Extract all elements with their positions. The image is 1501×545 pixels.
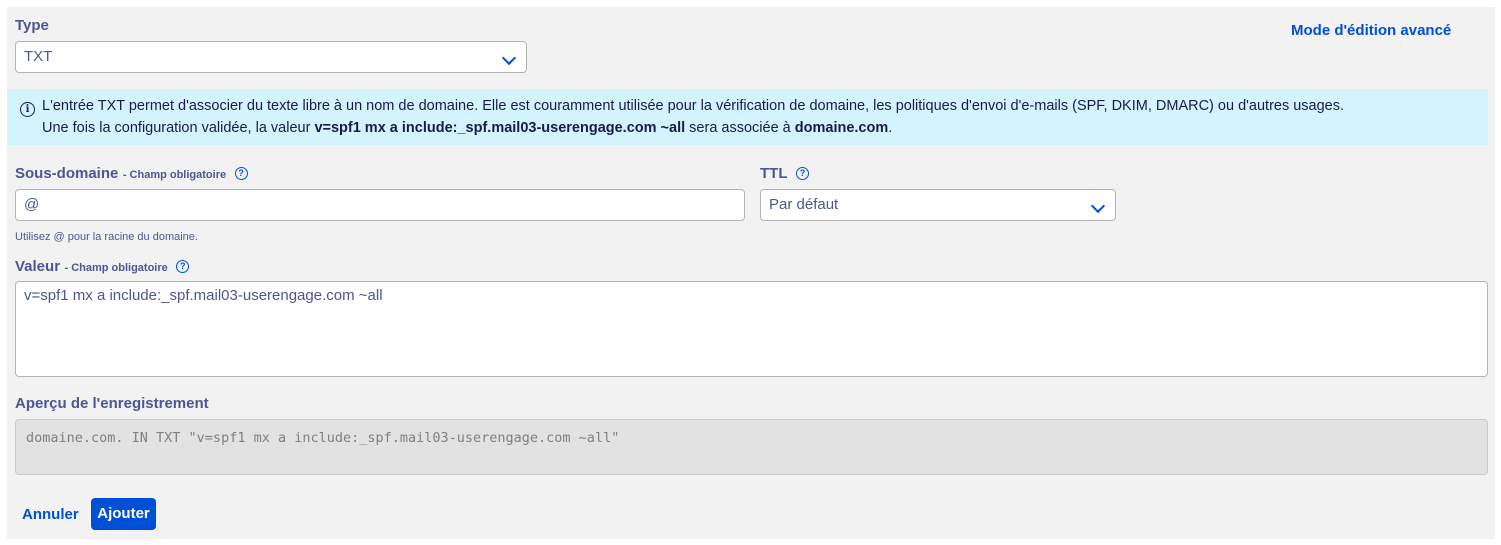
info-line-2-prefix: Une fois la configuration validée, la va… (42, 120, 315, 136)
info-box: i L'entrée TXT permet d'associer du text… (7, 89, 1488, 145)
subdomain-hint: Utilisez @ pour la racine du domaine. (15, 231, 198, 243)
ttl-label: TTL (760, 165, 788, 182)
value-textarea-content: v=spf1 mx a include:_spf.mail03-userenga… (24, 287, 383, 304)
value-label: Valeur (15, 258, 61, 275)
question-circle-icon[interactable]: ? (795, 167, 809, 181)
cancel-button[interactable]: Annuler (22, 506, 79, 523)
info-spf-value: v=spf1 mx a include:_spf.mail03-userenga… (314, 120, 686, 136)
value-textarea[interactable]: v=spf1 mx a include:_spf.mail03-userenga… (15, 281, 1488, 377)
subdomain-label: Sous-domaine (15, 165, 119, 182)
question-circle-icon[interactable]: ? (234, 167, 248, 181)
info-text: L'entrée TXT permet d'associer du texte … (42, 95, 1344, 139)
advanced-mode-link[interactable]: Mode d'édition avancé (1291, 22, 1451, 39)
info-circle-icon: i (20, 102, 35, 117)
subdomain-input-value: @ (24, 196, 40, 213)
question-circle-icon[interactable]: ? (176, 260, 190, 274)
dns-record-form: Type TXT Mode d'édition avancé i L'entré… (7, 7, 1495, 539)
info-line-2-middle: sera associée à (685, 120, 795, 136)
info-line-2: Une fois la configuration validée, la va… (42, 117, 1344, 139)
ttl-select-value: Par défaut (769, 196, 839, 213)
type-select[interactable]: TXT (15, 41, 527, 73)
value-required: - Champ obligatoire (64, 262, 168, 274)
type-select-value: TXT (24, 48, 53, 65)
add-button[interactable]: Ajouter (91, 498, 156, 530)
value-label-row: Valeur - Champ obligatoire ? (15, 258, 190, 276)
chevron-down-icon (1090, 198, 1106, 214)
subdomain-label-row: Sous-domaine - Champ obligatoire ? (15, 165, 248, 183)
info-domain: domaine.com (794, 120, 889, 136)
record-preview: domaine.com. IN TXT "v=spf1 mx a include… (15, 419, 1488, 475)
subdomain-input[interactable]: @ (15, 189, 745, 221)
info-line-1: L'entrée TXT permet d'associer du texte … (42, 98, 1345, 114)
chevron-down-icon (501, 50, 517, 66)
ttl-label-row: TTL ? (760, 165, 809, 183)
type-label: Type (15, 17, 49, 34)
subdomain-required: - Champ obligatoire (122, 169, 227, 181)
info-line-2-suffix: . (888, 120, 893, 136)
ttl-select[interactable]: Par défaut (760, 189, 1116, 221)
preview-label: Aperçu de l'enregistrement (15, 395, 209, 412)
